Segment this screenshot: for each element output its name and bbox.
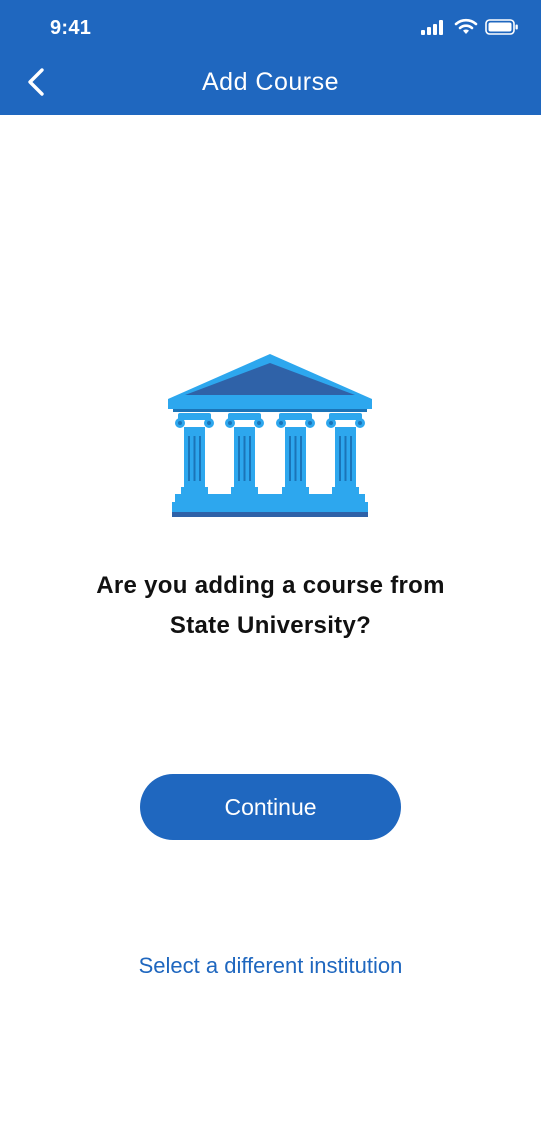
wifi-icon xyxy=(454,18,478,40)
status-icons xyxy=(421,18,519,40)
header-bar: 9:41 Add Course xyxy=(0,0,541,115)
status-time: 9:41 xyxy=(50,17,92,39)
signal-icon xyxy=(421,19,447,40)
battery-icon xyxy=(485,18,519,40)
institution-building-icon xyxy=(165,352,375,522)
add-course-screen: 9:41 Add Course Are you adding a course … xyxy=(0,0,541,1146)
continue-button[interactable]: Continue xyxy=(140,774,401,840)
question-line-2: State University? xyxy=(169,612,372,639)
confirm-institution-question: Are you adding a course from State Unive… xyxy=(30,566,511,646)
question-line-1: Are you adding a course from xyxy=(96,572,445,599)
select-different-institution-link[interactable]: Select a different institution xyxy=(0,953,541,979)
page-title: Add Course xyxy=(201,68,340,96)
